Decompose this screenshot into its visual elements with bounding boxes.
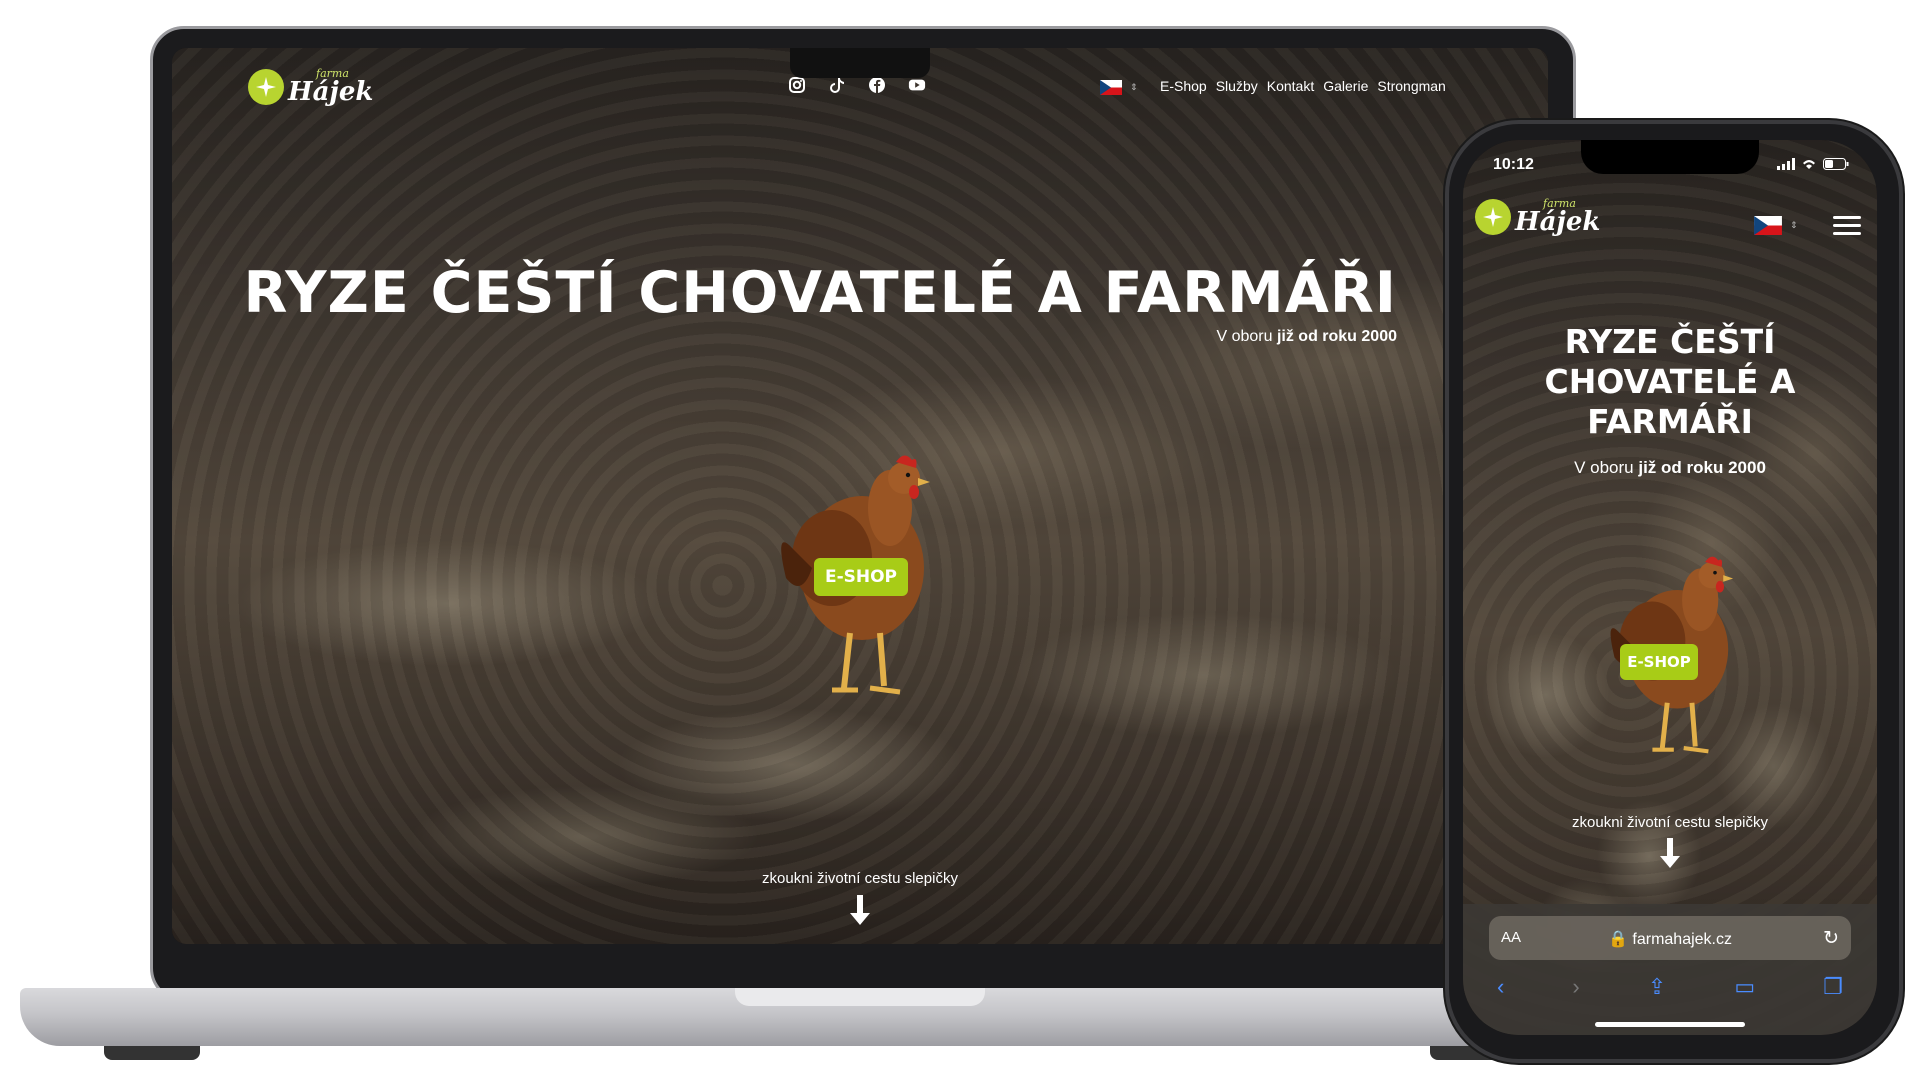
nav-item-galerie[interactable]: Galerie	[1323, 78, 1368, 94]
social-links	[788, 76, 926, 94]
czech-flag-icon	[1100, 80, 1122, 95]
bookmarks-icon[interactable]: ▭	[1734, 974, 1755, 1000]
signal-icon	[1777, 158, 1795, 170]
safari-toolbar: AA 🔒 farmahajek.cz ↻ ‹ › ⇪ ▭ ❐	[1463, 904, 1877, 1035]
arrow-down-icon[interactable]	[1657, 836, 1683, 870]
forward-icon[interactable]: ›	[1572, 974, 1579, 1000]
battery-icon	[1823, 158, 1849, 170]
czech-flag-icon	[1754, 216, 1782, 235]
hamburger-menu-icon[interactable]	[1833, 216, 1861, 240]
tiktok-icon[interactable]	[828, 76, 846, 94]
eshop-button[interactable]: E-SHOP	[814, 558, 908, 596]
main-nav: E-Shop Služby Kontakt Galerie Strongman	[1160, 78, 1446, 94]
youtube-icon[interactable]	[908, 76, 926, 94]
phone-scroll-tagline: zkoukni životní cestu slepičky	[1572, 814, 1768, 831]
chevron-updown-icon: ⇕	[1130, 82, 1138, 92]
camera-notch	[790, 48, 930, 78]
site-logo[interactable]: farma Hájek	[248, 68, 373, 105]
phone-hero-title: RYZE ČEŠTÍ CHOVATELÉ A FARMÁŘI	[1544, 322, 1796, 441]
laptop-screen: farma Hájek ⇕ E-Shop Služby Kontakt Gale…	[172, 48, 1548, 944]
language-selector[interactable]: ⇕	[1100, 80, 1138, 95]
wifi-icon	[1803, 160, 1815, 169]
instagram-icon[interactable]	[788, 76, 806, 94]
lock-icon: 🔒	[1608, 931, 1628, 948]
arrow-down-icon[interactable]	[847, 893, 873, 927]
nav-item-kontakt[interactable]: Kontakt	[1267, 78, 1314, 94]
phone-notch	[1581, 140, 1759, 174]
nav-item-strongman[interactable]: Strongman	[1377, 78, 1445, 94]
back-icon[interactable]: ‹	[1497, 974, 1504, 1000]
share-icon[interactable]: ⇪	[1648, 974, 1666, 1000]
status-time: 10:12	[1493, 156, 1534, 173]
reload-icon[interactable]: ↻	[1823, 927, 1839, 950]
phone-screen: 10:12 farma Hájek ⇕ RYZE ČEŠTÍ CHOVATELÉ…	[1463, 140, 1877, 1035]
logo-plane-icon	[248, 68, 284, 105]
logo-big-text: Hájek	[288, 77, 374, 107]
phone-site-logo[interactable]: farma Hájek	[1475, 198, 1600, 235]
url-text: farmahajek.cz	[1632, 931, 1732, 948]
laptop-base-lip	[735, 988, 985, 1006]
logo-plane-icon	[1475, 198, 1511, 235]
browser-nav-controls: ‹ › ⇪ ▭ ❐	[1463, 974, 1877, 1000]
address-bar[interactable]: AA 🔒 farmahajek.cz ↻	[1489, 916, 1851, 960]
phone-eshop-button[interactable]: E-SHOP	[1620, 644, 1698, 680]
scroll-tagline: zkoukni životní cestu slepičky	[762, 870, 958, 887]
nav-item-eshop[interactable]: E-Shop	[1160, 78, 1207, 94]
tabs-icon[interactable]: ❐	[1823, 974, 1843, 1000]
home-indicator	[1595, 1022, 1745, 1027]
phone-language-selector[interactable]: ⇕	[1754, 216, 1798, 235]
facebook-icon[interactable]	[868, 76, 886, 94]
nav-item-sluzby[interactable]: Služby	[1216, 78, 1258, 94]
status-icons	[1777, 158, 1849, 170]
laptop-foot-left	[104, 1046, 200, 1060]
hero-subtitle: V oboru již od roku 2000	[1216, 328, 1397, 345]
phone-hero-subtitle: V oboru již od roku 2000	[1574, 458, 1766, 477]
hero-title: RYZE ČEŠTÍ CHOVATELÉ A FARMÁŘI	[243, 260, 1397, 326]
chevron-updown-icon: ⇕	[1790, 220, 1798, 230]
